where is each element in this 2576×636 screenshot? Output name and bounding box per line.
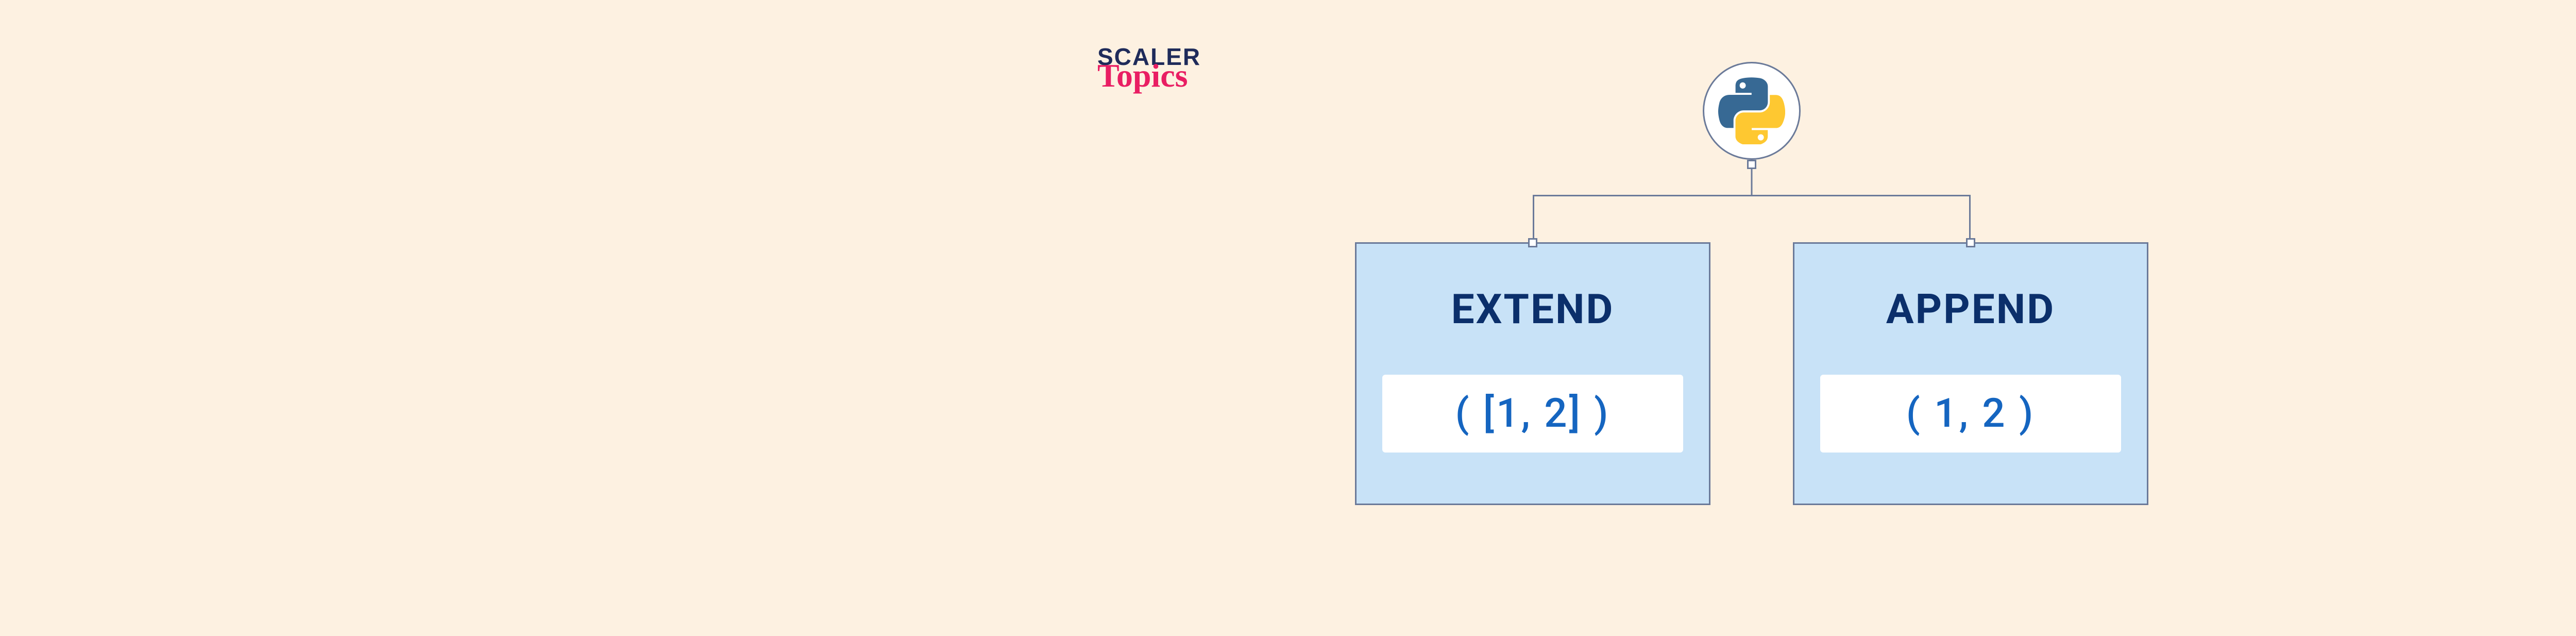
connector-line bbox=[1969, 195, 1971, 241]
connector-line bbox=[1533, 195, 1534, 241]
connector-node bbox=[1966, 238, 1975, 247]
append-title: APPEND bbox=[1820, 285, 2121, 333]
python-logo-circle bbox=[1703, 62, 1801, 160]
append-card: APPEND ( 1, 2 ) bbox=[1793, 242, 2148, 505]
extend-card: EXTEND ( [1, 2] ) bbox=[1355, 242, 1710, 505]
connector-line bbox=[1533, 195, 1971, 196]
append-example: ( 1, 2 ) bbox=[1820, 375, 2121, 453]
extend-title: EXTEND bbox=[1382, 285, 1683, 333]
connector-line bbox=[1751, 169, 1753, 195]
logo-text-topics: Topics bbox=[1097, 64, 1201, 88]
python-icon bbox=[1718, 77, 1785, 144]
scaler-topics-logo: SCALER Topics bbox=[1097, 46, 1201, 88]
connector-node-top bbox=[1747, 160, 1756, 169]
extend-example: ( [1, 2] ) bbox=[1382, 375, 1683, 453]
connector-node bbox=[1528, 238, 1537, 247]
